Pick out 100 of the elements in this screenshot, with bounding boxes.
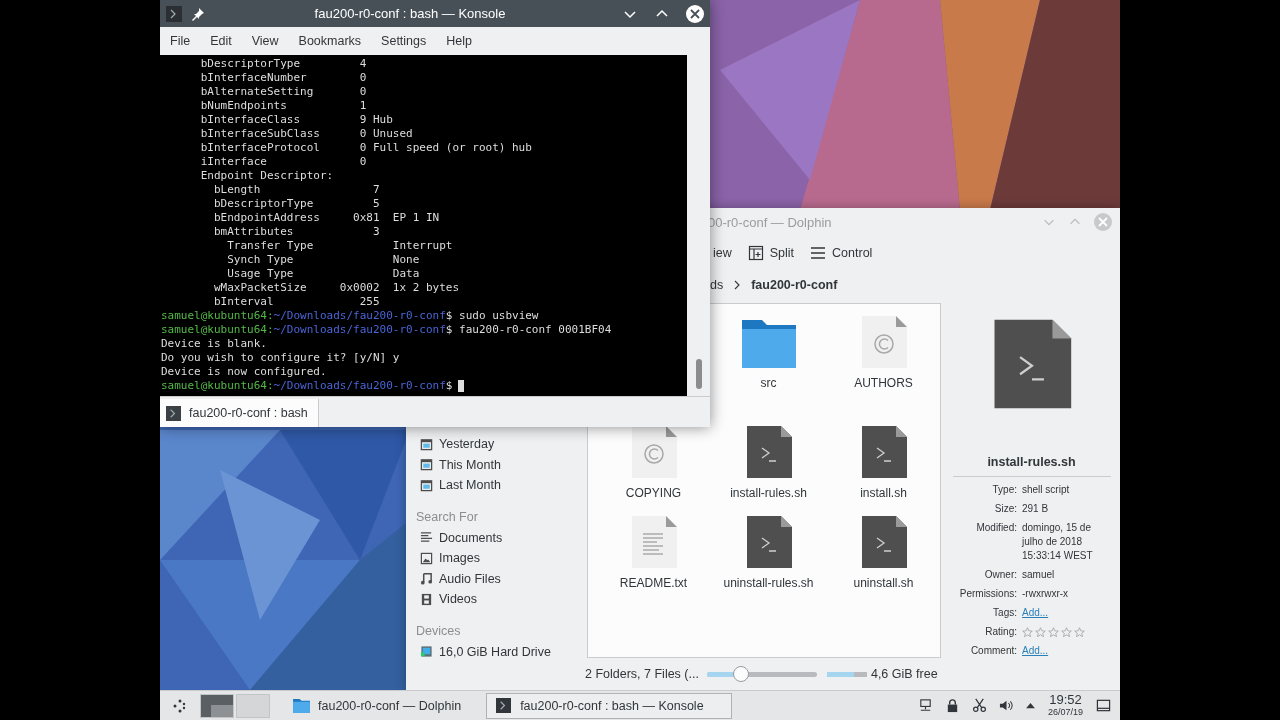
calendar-icon (420, 437, 433, 451)
rating-star[interactable] (1022, 626, 1033, 638)
sidebar-item[interactable]: This Month (416, 454, 585, 475)
rating-star[interactable] (1061, 626, 1072, 638)
property-label: Type: (991, 483, 1017, 497)
property-label: Rating: (984, 625, 1017, 639)
file-name: src (760, 376, 777, 390)
prompt-path: ~/Downloads/fau200-r0-conf (273, 323, 446, 337)
toolbar-button[interactable]: Control (805, 242, 878, 264)
terminal-line: bDescriptorType 5 (212, 197, 380, 211)
music-note-icon (420, 572, 433, 586)
property-label: Owner: (983, 568, 1017, 582)
property-label: Tags: (992, 606, 1017, 620)
menu-item[interactable]: Edit (204, 32, 238, 50)
terminal-line: bInterfaceProtocol 0 Full speed (or root) hub (199, 141, 532, 155)
breadcrumb-item[interactable]: fau200-r0-conf (751, 276, 838, 294)
terminal-line: bInterfaceNumber 0 (199, 71, 367, 85)
toolbar-button[interactable]: Split (742, 242, 800, 264)
zoom-slider[interactable] (706, 666, 817, 682)
terminal-line: bInterfaceSubClass 0 Unused (199, 127, 413, 141)
text-cursor (458, 380, 465, 392)
terminal-line: iInterface 0 (199, 155, 367, 169)
file-title: install-rules.sh (987, 455, 1076, 470)
property-value: shell script (1022, 483, 1071, 497)
terminal-line: bInterfaceClass 9 Hub (199, 113, 393, 127)
scrollbar[interactable] (695, 359, 702, 389)
file-name: COPYING (625, 486, 682, 500)
rating-star[interactable] (1048, 626, 1059, 638)
network-icon[interactable] (917, 698, 933, 713)
sidebar-item[interactable]: Videos (416, 589, 585, 610)
folder-icon (293, 698, 310, 713)
add-link[interactable]: Add... (1022, 645, 1049, 656)
hard-drive-icon (420, 645, 433, 659)
terminal-icon (166, 5, 182, 22)
breadcrumb-item[interactable]: ds (710, 276, 724, 294)
property-label: Size: (993, 502, 1017, 516)
film-icon (420, 592, 433, 606)
document-icon (420, 531, 433, 545)
terminal-command: $ sudo usbview (445, 309, 539, 323)
app-launcher-icon[interactable] (172, 697, 188, 714)
menu-item[interactable]: File (164, 32, 197, 50)
split-view-icon (747, 245, 764, 261)
terminal-line: bInterval 255 (212, 295, 380, 309)
terminal-line: Device is now configured. (160, 365, 327, 379)
section-heading: Search For (416, 508, 479, 526)
file-name: uninstall.sh (853, 576, 914, 590)
file-name: install-rules.sh (730, 486, 807, 500)
clock-time: 19:52 (1049, 693, 1082, 706)
file-name: AUTHORS (854, 376, 913, 390)
pin-icon[interactable] (190, 5, 206, 22)
property-label: Comment: (969, 644, 1017, 658)
show-desktop-icon[interactable] (1096, 698, 1111, 713)
free-space-text: 4,6 GiB free (870, 667, 938, 681)
volume-icon[interactable] (998, 698, 1014, 713)
prompt-path: ~/Downloads/fau200-r0-conf (273, 309, 446, 323)
terminal-icon (495, 698, 513, 713)
calendar-icon (420, 478, 433, 492)
terminal-line: bNumEndpoints 1 (199, 99, 367, 113)
sidebar-item[interactable]: Last Month (416, 475, 585, 496)
prompt-path: ~/Downloads/fau200-r0-conf (273, 379, 446, 393)
file-name: install.sh (860, 486, 907, 500)
property-value: samuel (1022, 568, 1056, 582)
file-name: uninstall-rules.sh (723, 576, 814, 590)
sidebar-item[interactable]: Images (416, 548, 585, 569)
sidebar-item[interactable]: 16,0 GiB Hard Drive (416, 641, 585, 662)
section-heading: Devices (416, 622, 462, 640)
sidebar-item[interactable]: Yesterday (416, 434, 585, 455)
rating-star[interactable] (1074, 626, 1085, 638)
property-label: Permissions: (958, 587, 1017, 601)
expand-arrow-icon[interactable] (1025, 702, 1035, 709)
terminal-line: Synch Type None (226, 253, 420, 267)
terminal-line: Transfer Type Interrupt (226, 239, 453, 253)
property-value: domingo, 15 de julho de 2018 15:33:14 WEST (1022, 521, 1094, 563)
virtual-desktop[interactable] (200, 693, 234, 718)
menu-item[interactable]: View (245, 32, 285, 50)
task-button[interactable]: fau200-r0-conf — Dolphin (284, 692, 473, 719)
task-button[interactable]: fau200-r0-conf : bash — Konsole (486, 692, 733, 719)
sidebar-item[interactable]: Audio Files (416, 568, 585, 589)
chevron-icon (733, 280, 742, 290)
clock[interactable]: 19:52 26/07/19 (1047, 693, 1083, 718)
rating-star[interactable] (1035, 626, 1046, 638)
terminal-line: bLength 7 (212, 183, 380, 197)
close-icon[interactable] (686, 4, 704, 23)
clock-date: 26/07/19 (1047, 705, 1083, 718)
toolbar-button[interactable]: iew (708, 243, 737, 263)
terminal-line: Endpoint Descriptor: (199, 169, 334, 183)
terminal-tab[interactable]: fau200-r0-conf : bash (160, 399, 319, 427)
terminal-line: Usage Type Data (226, 267, 420, 281)
menu-item[interactable]: Bookmarks (292, 32, 368, 50)
add-link[interactable]: Add... (1022, 607, 1049, 618)
sidebar-item[interactable]: Documents (416, 527, 585, 548)
free-space-bar (826, 671, 867, 677)
prompt-user: samuel@kubuntu64: (161, 309, 274, 323)
image-icon (420, 551, 433, 565)
terminal-line: bDescriptorType 4 (199, 57, 367, 71)
menu-item[interactable]: Help (440, 32, 478, 50)
scissors-icon[interactable] (971, 698, 987, 713)
prompt-user: samuel@kubuntu64: (161, 323, 274, 337)
menu-item[interactable]: Settings (375, 32, 433, 50)
file-name: README.txt (619, 576, 688, 590)
